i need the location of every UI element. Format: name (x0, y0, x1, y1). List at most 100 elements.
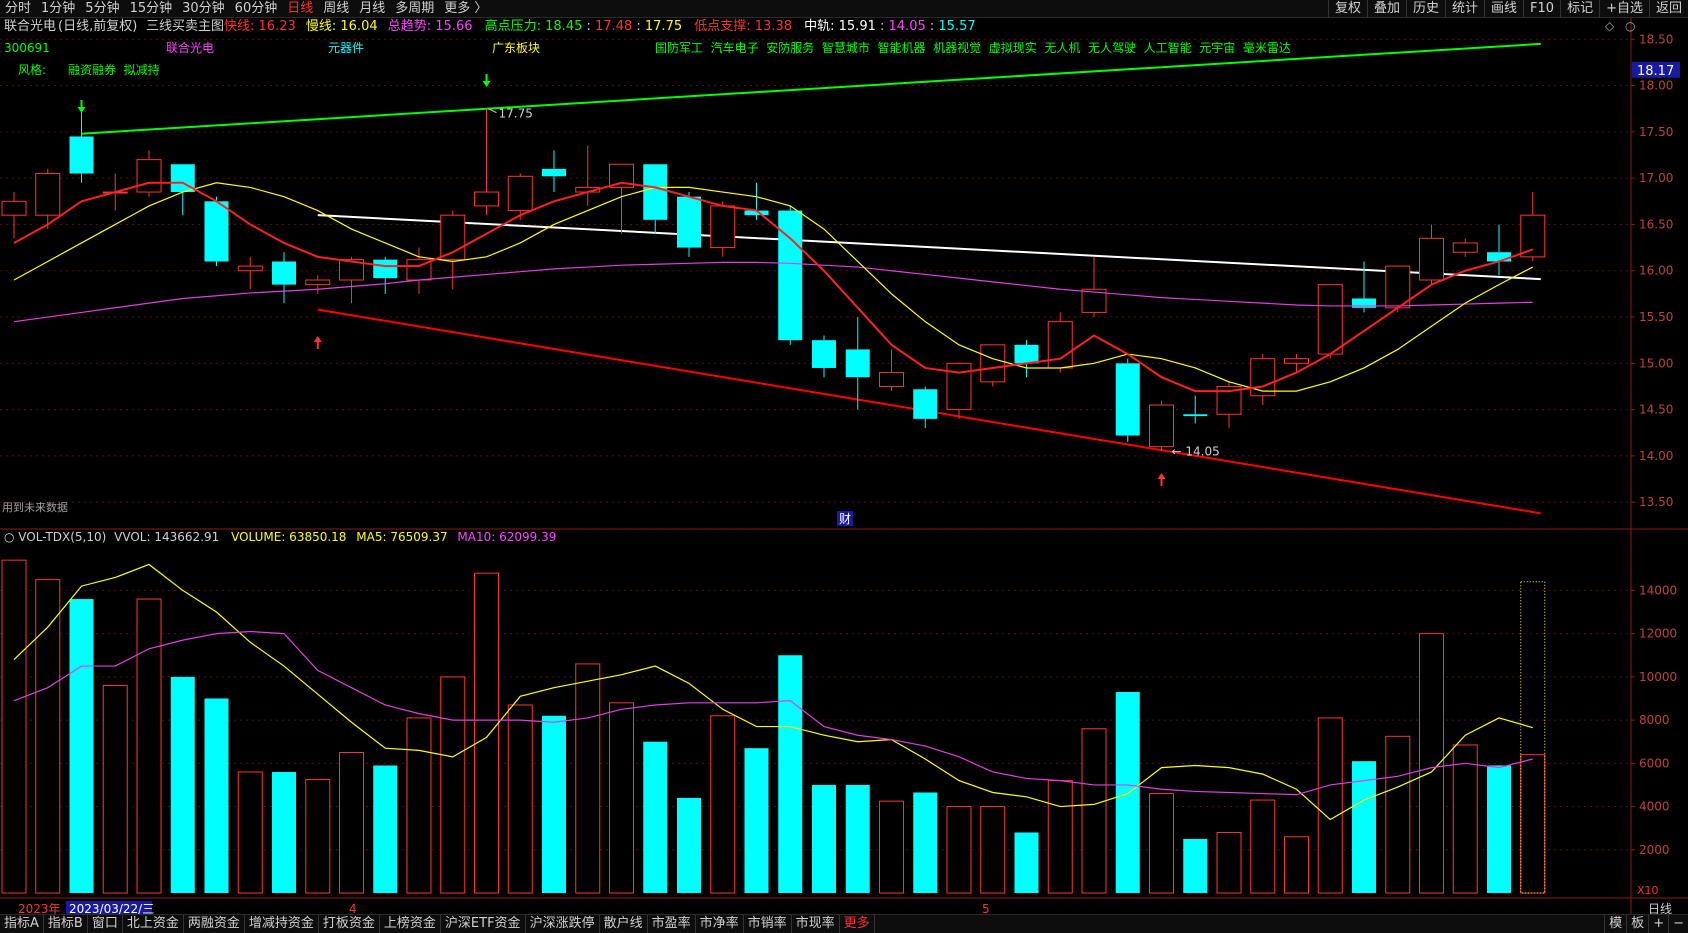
candle-body (542, 168, 566, 177)
candle-body (980, 344, 1006, 383)
board-button[interactable]: 板 (1626, 915, 1648, 933)
candle (879, 349, 904, 392)
candle (507, 173, 533, 220)
volume-bar (812, 784, 836, 893)
volume-bar (237, 771, 263, 894)
tab-holdings-change[interactable]: 增减持资金 (245, 915, 319, 933)
volume-bars (1, 559, 1546, 894)
tab-ps[interactable]: 市销率 (744, 915, 792, 933)
candle-body (136, 159, 162, 193)
tab-5min[interactable]: 5分钟 (80, 0, 124, 17)
tab-daily[interactable]: 日线 (282, 0, 318, 17)
tab-intraday[interactable]: 分时 (0, 0, 36, 17)
history-button[interactable]: 历史 (1405, 0, 1445, 17)
tab-pcf[interactable]: 市现率 (792, 915, 840, 933)
tab-multi-period[interactable]: 多周期 (390, 0, 439, 17)
volume-bar (1047, 780, 1073, 894)
add-watchlist-button[interactable]: +自选 (1599, 0, 1649, 17)
volume-bar (102, 685, 128, 894)
restore-rights-button[interactable]: 复权 (1327, 0, 1367, 17)
tab-pe[interactable]: 市盈率 (648, 915, 696, 933)
zoom-out-button[interactable]: − (1668, 915, 1688, 933)
mid-label: 中轨: (804, 19, 839, 34)
candle (1081, 256, 1107, 318)
tab-limit-updown[interactable]: 沪深涨跌停 (526, 915, 600, 933)
fast-line-value: 16.23 (259, 19, 296, 34)
red-arrow-icon (1157, 473, 1166, 486)
candle (1183, 395, 1208, 424)
volume-bar (305, 779, 331, 894)
pressure-value-2: 17.48 (595, 19, 632, 34)
volume-bar (879, 800, 904, 894)
tab-more[interactable]: 更多 〉 (439, 0, 492, 17)
tab-indicator-b[interactable]: 指标B (44, 915, 88, 933)
volume-bar (136, 598, 162, 894)
tab-monthly[interactable]: 月线 (354, 0, 390, 17)
tab-more-bottom[interactable]: 更多 (840, 915, 875, 933)
candle (575, 145, 601, 206)
price-tick-label: 15.50 (1639, 310, 1673, 324)
f10-button[interactable]: F10 (1523, 0, 1560, 17)
price-tick-label: 16.50 (1639, 217, 1673, 231)
mode-button[interactable]: 模 (1604, 915, 1626, 933)
volume-bar (474, 572, 499, 894)
finance-badge[interactable]: 财 (839, 512, 851, 526)
tab-retail-line[interactable]: 散户线 (600, 915, 648, 933)
tab-weekly[interactable]: 周线 (318, 0, 354, 17)
price-tick-label: 13.50 (1639, 495, 1673, 509)
candle-body (913, 389, 938, 419)
volume-bar (1216, 831, 1242, 894)
volume-bar (677, 797, 701, 893)
draw-line-button[interactable]: 画线 (1484, 0, 1523, 17)
candle (710, 201, 736, 257)
candle (237, 256, 263, 290)
tab-30min[interactable]: 30分钟 (177, 0, 230, 17)
trend-line (13, 261, 1533, 323)
tab-pb[interactable]: 市净率 (696, 915, 744, 933)
zoom-in-button[interactable]: + (1648, 915, 1668, 933)
tab-60min[interactable]: 60分钟 (230, 0, 283, 17)
stock-name: 联合光电 (4, 19, 56, 34)
volume-bar (69, 599, 94, 893)
mark-button[interactable]: 标记 (1560, 0, 1599, 17)
tab-indicator-a[interactable]: 指标A (0, 915, 44, 933)
volume-bar (609, 702, 634, 894)
volume-bar (1520, 754, 1546, 894)
candle (744, 182, 769, 220)
diamond-icon[interactable]: ◇ (1605, 19, 1615, 33)
style-value: 融资融券 拟减持 (68, 62, 160, 77)
sector-tag: 元器件 (328, 41, 364, 55)
tab-15min[interactable]: 15分钟 (125, 0, 178, 17)
candle-body (204, 201, 229, 262)
indicator-name[interactable]: 三线买卖主图 (146, 19, 224, 34)
candle-body (1149, 404, 1174, 448)
tab-top-list[interactable]: 上榜资金 (380, 915, 441, 933)
green-arrow-icon (482, 74, 491, 87)
tab-northbound[interactable]: 北上资金 (123, 915, 184, 933)
overlay-button[interactable]: 叠加 (1366, 0, 1406, 17)
volume-bar (170, 676, 195, 893)
candle-body (1, 200, 27, 216)
candle-body (643, 164, 668, 220)
statistics-button[interactable]: 统计 (1445, 0, 1484, 17)
current-price-label: 18.17 (1637, 64, 1674, 79)
volume-bar (1487, 765, 1511, 893)
tab-window[interactable]: 窗口 (88, 915, 123, 933)
candle (305, 275, 331, 294)
candle-body (1317, 284, 1343, 355)
candle-body (35, 173, 61, 216)
candlestick-chart[interactable]: 17.75 ← 14.05 18.50 18.00 17.50 17.00 16.50 16… (0, 18, 1688, 915)
back-button[interactable]: 返回 (1648, 0, 1688, 17)
volume-bar (1452, 744, 1478, 894)
close-icon[interactable]: ○ (1625, 19, 1635, 33)
candle-body (879, 372, 904, 387)
candles (1, 108, 1546, 452)
support-value: 13.38 (755, 19, 792, 34)
tab-etf-funds[interactable]: 沪深ETF资金 (441, 915, 526, 933)
style-label: 风格: (18, 62, 46, 77)
tab-margin[interactable]: 两融资金 (184, 915, 245, 933)
scale-label: X10 (1637, 884, 1659, 897)
candle-body (778, 210, 803, 341)
tab-limit-board[interactable]: 打板资金 (319, 915, 380, 933)
tab-1min[interactable]: 1分钟 (36, 0, 80, 17)
